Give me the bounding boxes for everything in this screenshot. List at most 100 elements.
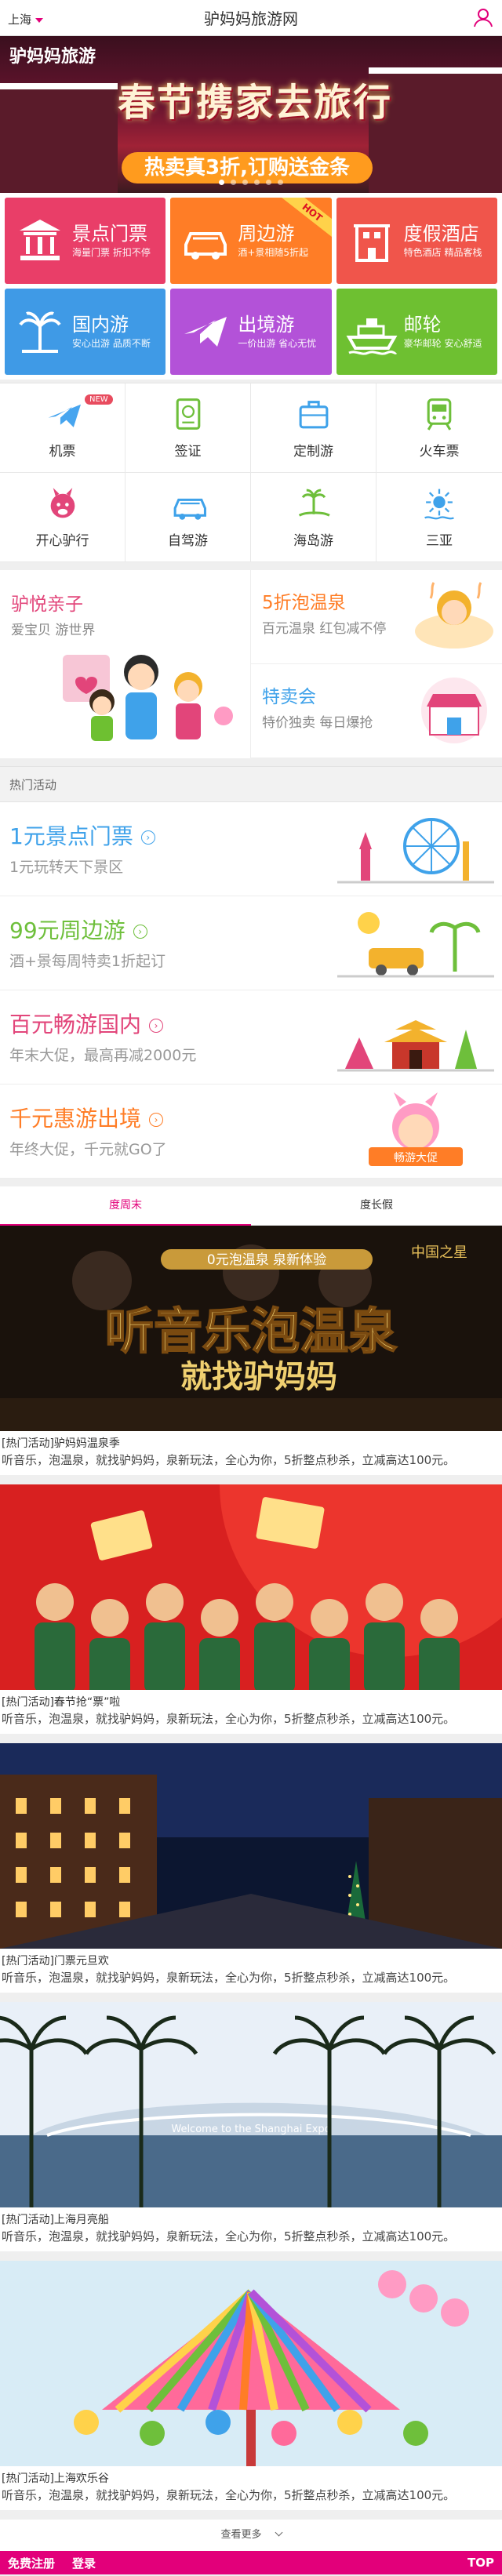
menu-item[interactable]: 签证 [126, 383, 251, 473]
sun-icon [424, 489, 454, 520]
temple-icon [20, 220, 60, 260]
feature-tile[interactable]: 邮轮 豪华邮轮 安心舒适 [336, 289, 497, 375]
hot-activity-item[interactable]: 1元景点门票 › 1元玩转天下景区 [0, 802, 502, 896]
site-title: 驴妈妈旅游网 [204, 9, 298, 28]
banner-headline: 春节携家去旅行 [118, 81, 393, 125]
tab-long-holiday[interactable]: 度长假 [251, 1186, 502, 1226]
feature-tile[interactable]: 国内游 安心出游 品质不断 [5, 289, 166, 375]
login-link[interactable]: 登录 [72, 2555, 96, 2571]
activity-illustration: 畅游大促 [369, 1092, 463, 1166]
hot-activity-title: 99元周边游 [9, 917, 126, 943]
menu-item[interactable]: 三亚 [376, 473, 502, 562]
menu-item[interactable]: 定制游 [251, 383, 376, 473]
train-icon [427, 398, 452, 431]
promo-section: 驴悦亲子 爱宝贝 游世界 5折泡温泉 百元温泉 红包减不停 特卖会 特价独卖 每… [0, 570, 502, 758]
view-more-label: 查看更多 [220, 2529, 262, 2541]
menu-item[interactable]: 开心驴行 [0, 473, 126, 562]
feed-description: 听音乐，泡温泉，就找驴妈妈，泉新玩法，全心为你，5折整点秒杀，立减高达100元。 [2, 1453, 456, 1467]
footer-bar: 免费注册 登录 TOP [0, 2551, 502, 2574]
feed-title[interactable]: [热门活动]上海月亮船 [2, 2212, 500, 2228]
menu-item-label: 定制游 [293, 444, 333, 460]
tile-subtitle: 安心出游 品质不断 [72, 338, 151, 349]
tile-subtitle: 一价出游 省心无忧 [238, 338, 317, 349]
hot-activities-list: 1元景点门票 › 1元玩转天下景区 99元周边游 › 酒+景每周特卖1折起订 百元畅… [0, 802, 502, 1179]
register-link[interactable]: 免费注册 [8, 2555, 55, 2571]
banner-logo: 驴妈妈旅游 [9, 47, 96, 67]
feed-tabs: 度周末 度长假 [0, 1186, 502, 1226]
activity-illustration [337, 912, 494, 978]
back-to-top-link[interactable]: TOP [467, 2556, 494, 2570]
feed-image[interactable] [0, 2261, 502, 2466]
feed-description: 听音乐，泡温泉，就找驴妈妈，泉新玩法，全心为你，5折整点秒杀，立减高达100元。 [2, 1712, 456, 1726]
banner-pill: 0元泡温泉 泉新体验 [207, 1252, 326, 1268]
city-label: 上海 [8, 13, 32, 27]
tile-title: 国内游 [72, 314, 129, 336]
feed-image[interactable]: 0元泡温泉 泉新体验 中国之星 听音乐泡温泉 就找驴妈妈 [0, 1226, 502, 1431]
feature-tiles: 景点门票 海量门票 折扣不停 周边游 酒+景相随5折起 HOT 度假酒店 特色酒店… [0, 193, 502, 380]
arrow-right-icon: › [149, 1113, 164, 1127]
hot-activity-title: 百元畅游国内 [9, 1012, 142, 1037]
menu-item-label: 签证 [174, 444, 202, 460]
top-header: 上海 驴妈妈旅游网 [0, 0, 502, 36]
shop-illustration [421, 678, 487, 743]
feed-item[interactable]: Welcome to the Shanghai Expo [热门活动]上海月亮船… [0, 2002, 502, 2251]
tile-title: 邮轮 [403, 314, 442, 336]
menu-item[interactable]: 海岛游 [251, 473, 376, 562]
promo-family[interactable]: 驴悦亲子 爱宝贝 游世界 [0, 570, 251, 758]
tile-title: 度假酒店 [403, 223, 479, 245]
tile-subtitle: 海量门票 折扣不停 [72, 247, 151, 258]
svg-text:畅游大促: 畅游大促 [394, 1152, 438, 1164]
feature-tile[interactable]: 度假酒店 特色酒店 精品客栈 [336, 198, 497, 284]
view-more-button[interactable]: 查看更多 [0, 2520, 502, 2551]
menu-item[interactable]: 自驾游 [126, 473, 251, 562]
hot-activity-item[interactable]: 百元畅游国内 › 年末大促，最高再减2000元 [0, 990, 502, 1085]
feed-image[interactable] [0, 1743, 502, 1949]
feature-tile[interactable]: 周边游 酒+景相随5折起 HOT [170, 198, 332, 284]
island-icon [298, 489, 330, 517]
activity-feed: 0元泡温泉 泉新体验 中国之星 听音乐泡温泉 就找驴妈妈 [热门活动]驴妈妈温泉… [0, 1226, 502, 2510]
feed-item[interactable]: 0元泡温泉 泉新体验 中国之星 听音乐泡温泉 就找驴妈妈 [热门活动]驴妈妈温泉… [0, 1226, 502, 1475]
chevron-down-icon [35, 17, 44, 23]
feed-title[interactable]: [热门活动]驴妈妈温泉季 [2, 1436, 500, 1451]
user-icon[interactable] [472, 6, 494, 28]
feature-tile[interactable]: 景点门票 海量门票 折扣不停 [5, 198, 166, 284]
feed-description: 听音乐，泡温泉，就找驴妈妈，泉新玩法，全心为你，5折整点秒杀，立减高达100元。 [2, 1971, 456, 1985]
promo-hotspring[interactable]: 5折泡温泉 百元温泉 红包减不停 [251, 570, 502, 664]
hot-activity-item[interactable]: 千元惠游出境 › 年终大促，千元就GO了 畅游大促 [0, 1085, 502, 1179]
menu-item-label: 三亚 [426, 533, 453, 549]
promo-family-title: 驴悦亲子 [11, 594, 83, 615]
family-illustration [63, 655, 233, 741]
feed-title[interactable]: [热门活动]春节抢“票”啦 [2, 1695, 500, 1710]
tile-subtitle: 酒+景相随5折起 [238, 247, 309, 258]
banner-subheadline: 就找驴妈妈 [180, 1359, 337, 1395]
feed-item[interactable]: [热门活动]春节抢“票”啦 听音乐，泡温泉，就找驴妈妈，泉新玩法，全心为你，5折… [0, 1484, 502, 1734]
tile-subtitle: 豪华邮轮 安心舒适 [403, 338, 482, 349]
promo-sale[interactable]: 特卖会 特价独卖 每日爆抢 [251, 664, 502, 758]
hero-banner[interactable]: 驴妈妈旅游 春节携家去旅行 热卖真3折,订购送金条 [0, 36, 502, 193]
feature-tile[interactable]: 出境游 一价出游 省心无忧 [170, 289, 332, 375]
tile-subtitle: 特色酒店 精品客栈 [403, 247, 482, 258]
menu-item[interactable]: 机票 NEW [0, 383, 126, 473]
activity-illustration [337, 1020, 494, 1072]
menu-item-label: 机票 [49, 444, 76, 460]
feed-description: 听音乐，泡温泉，就找驴妈妈，泉新玩法，全心为你，5折整点秒杀，立减高达100元。 [2, 2229, 456, 2244]
menu-item[interactable]: 火车票 [376, 383, 502, 473]
visa-icon [176, 398, 200, 430]
carousel-dots[interactable] [0, 173, 502, 188]
hot-activity-title: 1元景点门票 [9, 823, 133, 849]
arrow-right-icon: › [140, 830, 155, 845]
feed-item[interactable]: [热门活动]上海欢乐谷 听音乐，泡温泉，就找驴妈妈，泉新玩法，全心为你，5折整点… [0, 2261, 502, 2510]
city-selector[interactable]: 上海 [8, 11, 44, 27]
feed-image[interactable] [0, 1484, 502, 1690]
feed-item[interactable]: [热门活动]门票元旦欢 听音乐，泡温泉，就找驴妈妈，泉新玩法，全心为你，5折整点… [0, 1743, 502, 1993]
new-badge: NEW [85, 394, 113, 405]
feed-image[interactable]: Welcome to the Shanghai Expo [0, 2002, 502, 2207]
feed-title[interactable]: [热门活动]上海欢乐谷 [2, 2471, 500, 2487]
hot-activity-title: 千元惠游出境 [9, 1106, 142, 1132]
menu-item-label: 火车票 [419, 444, 460, 460]
menu-item-label: 海岛游 [293, 533, 333, 549]
tile-title: 周边游 [238, 223, 295, 245]
hot-activity-item[interactable]: 99元周边游 › 酒+景每周特卖1折起订 [0, 896, 502, 990]
tab-weekend[interactable]: 度周末 [0, 1186, 251, 1226]
feed-title[interactable]: [热门活动]门票元旦欢 [2, 1953, 500, 1969]
